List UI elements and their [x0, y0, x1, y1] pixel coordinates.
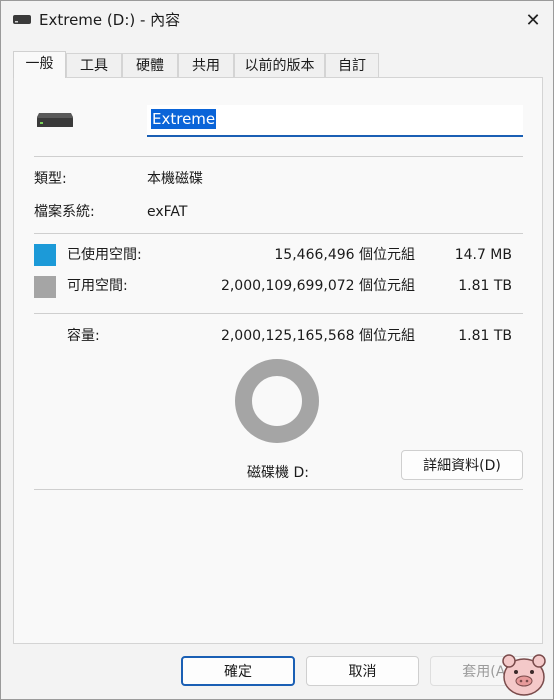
- volume-name-value[interactable]: Extreme: [151, 109, 217, 129]
- type-label: 類型:: [34, 171, 67, 187]
- drive-icon: [37, 113, 73, 127]
- free-space-bytes: 2,000,109,699,072 個位元組: [220, 278, 415, 294]
- disk-usage-donut: [235, 359, 319, 443]
- tab-customize[interactable]: 自訂: [325, 53, 379, 77]
- properties-dialog: Extreme (D:) - 內容 ✕ 一般 工具 硬體 共用 以前的版本 自訂…: [0, 0, 554, 700]
- tab-hardware[interactable]: 硬體: [122, 53, 178, 77]
- general-panel: Extreme 類型: 本機磁碟 檔案系統: exFAT 已使用空間: 15,4…: [13, 77, 543, 644]
- capacity-size: 1.81 TB: [458, 328, 512, 344]
- title-bar[interactable]: Extreme (D:) - 內容 ✕: [1, 1, 553, 39]
- details-button[interactable]: 詳細資料(D): [401, 450, 523, 480]
- divider: [34, 313, 523, 314]
- drive-letter-label: 磁碟機 D:: [247, 465, 309, 481]
- window-title: Extreme (D:) - 內容: [39, 11, 181, 29]
- used-space-label: 已使用空間:: [67, 247, 142, 263]
- close-icon: ✕: [525, 9, 541, 31]
- free-space-swatch: [34, 276, 56, 298]
- used-space-bytes: 15,466,496 個位元組: [274, 247, 415, 263]
- free-space-size: 1.81 TB: [458, 278, 512, 294]
- free-space-ring: [235, 359, 319, 443]
- cancel-button[interactable]: 取消: [306, 656, 419, 686]
- divider: [34, 233, 523, 234]
- divider: [34, 489, 523, 490]
- drive-icon: [13, 15, 31, 24]
- file-system-value: exFAT: [147, 204, 188, 220]
- capacity-bytes: 2,000,125,165,568 個位元組: [220, 328, 415, 344]
- used-space-swatch: [34, 244, 56, 266]
- tab-strip: 一般 工具 硬體 共用 以前的版本 自訂: [13, 51, 543, 78]
- close-button[interactable]: ✕: [513, 1, 553, 39]
- capacity-label: 容量:: [67, 328, 100, 344]
- tab-tools[interactable]: 工具: [66, 53, 122, 77]
- used-space-size: 14.7 MB: [454, 247, 512, 263]
- divider: [34, 156, 523, 157]
- mascot-watermark-icon: [502, 654, 546, 696]
- type-value: 本機磁碟: [147, 171, 203, 187]
- ok-button[interactable]: 確定: [181, 656, 295, 686]
- tab-previous-versions[interactable]: 以前的版本: [234, 53, 325, 77]
- tab-sharing[interactable]: 共用: [178, 53, 234, 77]
- tab-general[interactable]: 一般: [13, 51, 66, 78]
- free-space-label: 可用空間:: [67, 278, 128, 294]
- file-system-label: 檔案系統:: [34, 204, 95, 220]
